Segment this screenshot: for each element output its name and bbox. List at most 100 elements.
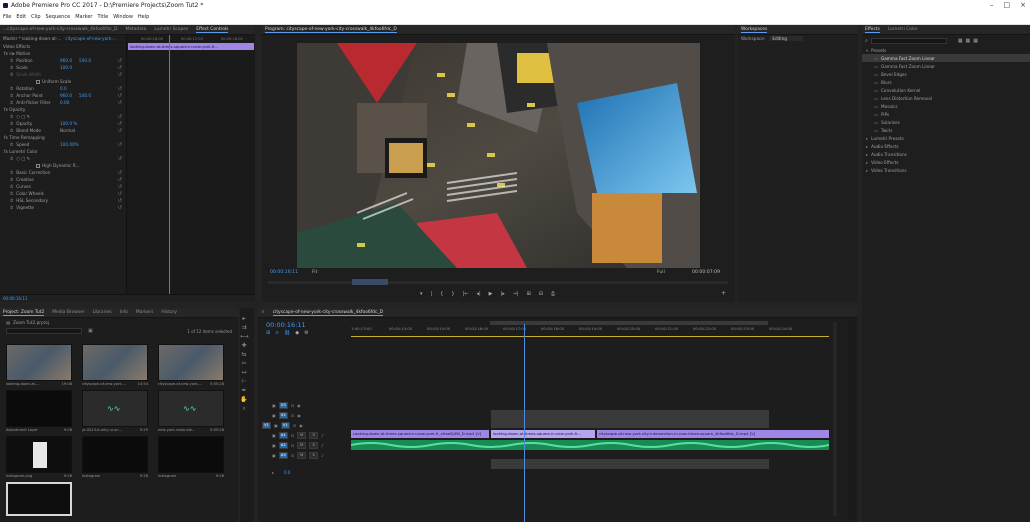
- linked-selection-icon[interactable]: ⛓: [284, 330, 290, 336]
- stopwatch-icon[interactable]: ⏱: [10, 65, 13, 70]
- master-clip-label[interactable]: Master * looking-down-at-...: [3, 36, 61, 41]
- stopwatch-icon[interactable]: ⏱: [10, 170, 13, 175]
- solo-button[interactable]: S: [309, 451, 319, 459]
- program-fit-dropdown[interactable]: Fit: [312, 270, 317, 275]
- transport-control-icon[interactable]: |←: [463, 291, 469, 297]
- track-target-button[interactable]: V1: [280, 421, 290, 429]
- reset-parameter-icon[interactable]: ↺: [118, 128, 122, 134]
- stopwatch-icon[interactable]: ⏱: [10, 93, 13, 98]
- program-current-timecode[interactable]: 00:00:16:11: [270, 270, 298, 275]
- project-item[interactable]: instagram.png 9:26: [6, 436, 76, 478]
- reset-parameter-icon[interactable]: ↺: [118, 65, 122, 71]
- add-marker-icon[interactable]: ◆: [295, 330, 299, 336]
- effect-property-row[interactable]: fx Opacity: [0, 106, 126, 113]
- effects-tree-item[interactable]: ▭ Mosaics: [862, 102, 1030, 110]
- effect-property-row[interactable]: ⏱ Blend Mode Normal ↺: [0, 127, 126, 134]
- sync-lock-icon[interactable]: ⊡: [291, 403, 294, 408]
- transport-control-icon[interactable]: }: [451, 291, 454, 297]
- stopwatch-icon[interactable]: ⏱: [10, 128, 13, 133]
- reset-parameter-icon[interactable]: ↺: [118, 184, 122, 190]
- effects-tree-item[interactable]: ▸ Audio Transitions: [862, 150, 1030, 158]
- effects-tree-item[interactable]: ▭ Solarizes: [862, 118, 1030, 126]
- sync-lock-icon[interactable]: ⊡: [293, 423, 296, 428]
- project-item[interactable]: looking-down-at-... 19:08: [6, 344, 76, 386]
- transport-control-icon[interactable]: ▾: [420, 291, 423, 297]
- track-target-button[interactable]: A1: [278, 431, 288, 439]
- tool-icon[interactable]: ⟷: [240, 332, 249, 341]
- reset-parameter-icon[interactable]: ↺: [118, 142, 122, 148]
- menu-file[interactable]: File: [3, 14, 11, 20]
- effects-tree-item[interactable]: ▭ Gamma Fast Zoom Linear: [862, 62, 1030, 70]
- effects-tree-item[interactable]: ▸ Lumetri Presets: [862, 134, 1030, 142]
- transport-control-icon[interactable]: ⎙: [551, 291, 555, 297]
- menu-clip[interactable]: Clip: [31, 14, 40, 20]
- program-scrub-bar[interactable]: [268, 279, 728, 285]
- effect-property-row[interactable]: ⏱ ○ □ ✎ ↺: [0, 155, 126, 162]
- reset-parameter-icon[interactable]: ↺: [118, 177, 122, 183]
- project-item-thumbnail[interactable]: [6, 482, 72, 516]
- reset-parameter-icon[interactable]: ↺: [118, 170, 122, 176]
- tool-icon[interactable]: ⊢: [240, 377, 248, 386]
- lock-track-icon[interactable]: ▣: [272, 403, 276, 408]
- effect-controls-mini-timeline[interactable]: 00:00:16:00 00:00:17:00 00:00:18:00 look…: [126, 35, 255, 302]
- effect-property-row[interactable]: ⏱ Anchor Point 960.0 540.0 ↺: [0, 92, 126, 99]
- project-item[interactable]: ∿∿ yt-0013-it-why-ur-sn... 9:29: [82, 390, 152, 432]
- timeline-ruler[interactable]: 1:00:13:00 00:00:14:00 00:00:15:00 00:00:16…: [351, 324, 829, 336]
- effects-tree-item[interactable]: ▭ Blurs: [862, 78, 1030, 86]
- source-panel-tab[interactable]: Effect Controls: [196, 27, 229, 33]
- tool-icon[interactable]: ✂: [240, 359, 248, 368]
- effect-property-row[interactable]: fx Lumetri Color: [0, 148, 126, 155]
- yuv-effects-icon[interactable]: ▦: [973, 38, 978, 44]
- stopwatch-icon[interactable]: ⏱: [10, 121, 13, 126]
- stopwatch-icon[interactable]: ⏱: [10, 58, 13, 63]
- stopwatch-icon[interactable]: ⏱: [10, 100, 13, 105]
- tool-icon[interactable]: ↔: [240, 368, 248, 377]
- effect-property-row[interactable]: ⏱ Scale 100.0 ↺: [0, 64, 126, 71]
- project-item-thumbnail[interactable]: [6, 436, 72, 473]
- minimize-button[interactable]: –: [990, 1, 994, 9]
- mute-button[interactable]: M: [297, 451, 307, 459]
- track-target-button[interactable]: V2: [278, 411, 288, 419]
- master-volume-value[interactable]: 0.0: [284, 470, 290, 475]
- reset-parameter-icon[interactable]: ↺: [118, 93, 122, 99]
- project-item-thumbnail[interactable]: ∿∿: [158, 390, 224, 427]
- audio-clip-a1[interactable]: [350, 440, 830, 450]
- stopwatch-icon[interactable]: ⏱: [10, 72, 13, 77]
- timeline-settings-icon[interactable]: ⚙: [304, 330, 308, 336]
- effect-property-row[interactable]: ⏱ Basic Correction ↺: [0, 169, 126, 176]
- effect-property-row[interactable]: Uniform Scale: [0, 78, 126, 85]
- project-item-thumbnail[interactable]: [82, 344, 148, 381]
- video-clip[interactable]: Looking-down-at-times-square-in-new-york…: [351, 430, 489, 438]
- tool-icon[interactable]: ✋: [240, 395, 248, 404]
- button-editor-add-icon[interactable]: +: [721, 290, 726, 297]
- voiceover-mic-icon[interactable]: ♪: [321, 433, 324, 438]
- lock-track-icon[interactable]: ▣: [272, 413, 276, 418]
- effect-property-row[interactable]: ⏱ Position 960.0 540.0 ↺: [0, 57, 126, 64]
- program-monitor-tab[interactable]: Program: cityscape-of-new-york-city-cros…: [265, 27, 397, 33]
- effect-property-value[interactable]: 960.0: [60, 58, 72, 63]
- stopwatch-icon[interactable]: ⏱: [10, 198, 13, 203]
- tool-icon[interactable]: ⇆: [240, 350, 248, 359]
- stopwatch-icon[interactable]: ⏱: [10, 191, 13, 196]
- track-target-button[interactable]: A3: [278, 451, 288, 459]
- effect-property-value[interactable]: 100.0 %: [60, 121, 77, 126]
- effect-property-row[interactable]: fx ⊡▸ Motion: [0, 50, 126, 57]
- effects-tree-item[interactable]: ▾ Presets: [862, 46, 1030, 54]
- tool-icon[interactable]: ⇉: [240, 323, 248, 332]
- stopwatch-icon[interactable]: ⏱: [10, 156, 13, 161]
- transport-control-icon[interactable]: ⊞: [527, 291, 531, 297]
- effect-property-row[interactable]: High Dynamic R...: [0, 162, 126, 169]
- stopwatch-icon[interactable]: ⏱: [10, 205, 13, 210]
- project-panel-tab[interactable]: Markers: [136, 310, 153, 315]
- effect-property-row[interactable]: ⏱ Curves ↺: [0, 183, 126, 190]
- project-panel-tab[interactable]: Info: [120, 310, 128, 315]
- toggle-output-eye-icon[interactable]: ◉: [297, 403, 301, 408]
- track-target-button[interactable]: A2: [278, 441, 288, 449]
- project-item[interactable]: Instagram 9:26: [82, 436, 152, 478]
- nest-toggle-icon[interactable]: ⊞: [266, 330, 270, 336]
- voiceover-mic-icon[interactable]: ♪: [321, 453, 324, 458]
- effects-tree-item[interactable]: ▸ Video Effects: [862, 158, 1030, 166]
- ec-clip-bar[interactable]: looking-down-at-times-square-in-new-york…: [128, 43, 254, 50]
- effect-property-value[interactable]: 540.0: [79, 58, 91, 63]
- timeline-sequence-tab[interactable]: cityscape-of-new-york-city-crosswalk_4kf…: [272, 310, 384, 316]
